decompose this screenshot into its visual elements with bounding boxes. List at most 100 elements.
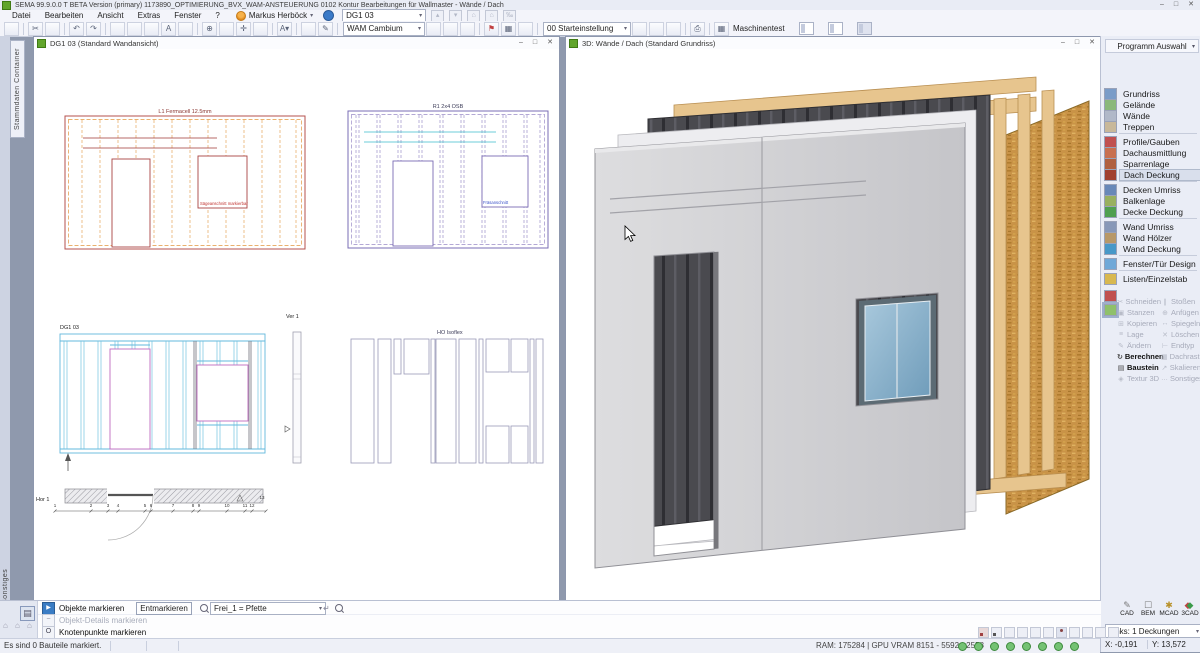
redo-icon[interactable]: ↷ bbox=[86, 22, 101, 36]
zoom-window-icon[interactable] bbox=[219, 22, 234, 36]
menu-hilfe[interactable]: ? bbox=[209, 11, 225, 20]
window-close-button[interactable]: ✕ bbox=[547, 39, 553, 47]
treppen-icon[interactable] bbox=[1104, 121, 1117, 133]
machine-icon[interactable]: ▦ bbox=[714, 22, 729, 36]
page-one-icon[interactable]: ⎙ bbox=[690, 22, 705, 36]
command-skalieren[interactable]: ↗Skalieren bbox=[1161, 362, 1200, 373]
menu-bearbeiten[interactable]: Bearbeiten bbox=[39, 11, 90, 20]
3cad-button[interactable]: ◆ 3CAD bbox=[1180, 600, 1200, 617]
wand-deckung-icon[interactable] bbox=[1104, 243, 1117, 255]
command-stanzen[interactable]: ▣Stanzen bbox=[1117, 307, 1161, 318]
view-settings-combo[interactable]: 00 Starteinstellung ▾ bbox=[543, 22, 631, 36]
command-baustein[interactable]: ▤Baustein bbox=[1117, 362, 1161, 373]
fenster-tuer-icon[interactable] bbox=[1104, 258, 1117, 270]
view-opt-icon-6[interactable] bbox=[1082, 627, 1093, 638]
cut-icon[interactable]: ✂ bbox=[28, 22, 43, 36]
search-add-icon[interactable] bbox=[335, 604, 343, 612]
unmark-button[interactable]: Entmarkieren bbox=[136, 602, 192, 615]
material-combo[interactable]: WAM Cambium ▾ bbox=[343, 22, 425, 36]
tab-sonstiges[interactable]: Sonstiges bbox=[2, 40, 9, 604]
settings-gear-icon[interactable] bbox=[666, 22, 681, 36]
view-opt-icon-5[interactable] bbox=[1069, 627, 1080, 638]
sidebar-item-dachausmittlung[interactable]: Dachausmittlung bbox=[1119, 147, 1200, 158]
undo-icon[interactable]: ↶ bbox=[69, 22, 84, 36]
command-textur-3d[interactable]: ◈Textur 3D bbox=[1117, 373, 1161, 384]
layer-up-icon[interactable] bbox=[443, 22, 458, 36]
sidebar-item-dach-deckung[interactable]: Dach Deckung bbox=[1119, 169, 1200, 181]
save-view-icon[interactable] bbox=[649, 22, 664, 36]
sidebar-item-waende[interactable]: Wände bbox=[1119, 110, 1200, 121]
view-opt-icon-2[interactable] bbox=[1017, 627, 1028, 638]
window-maximize-button[interactable]: □ bbox=[533, 39, 537, 47]
tab-stammdaten-container[interactable]: Stammdaten Container bbox=[10, 40, 25, 138]
decke-deckung-icon[interactable] bbox=[1104, 206, 1117, 218]
layout-split-icon[interactable] bbox=[828, 22, 843, 35]
sidebar-item-decken-umriss[interactable]: Decken Umriss bbox=[1119, 184, 1200, 195]
3d-viewport[interactable] bbox=[566, 49, 1101, 601]
refresh-view-icon[interactable] bbox=[632, 22, 647, 36]
sidebar-item-profile-gauben[interactable]: Profile/Gauben bbox=[1119, 136, 1200, 147]
grid-icon[interactable]: ▦ bbox=[501, 22, 516, 36]
scale-icon[interactable]: ‰ bbox=[503, 10, 516, 22]
bem-button[interactable]: ☐ BEM bbox=[1138, 600, 1158, 617]
sidebar-item-wand-umriss[interactable]: Wand Umriss bbox=[1119, 221, 1200, 232]
render-mode-icon-1[interactable] bbox=[978, 627, 989, 638]
sidebar-item-treppen[interactable]: Treppen bbox=[1119, 121, 1200, 132]
wall-drawing-canvas[interactable]: L1 Fermacell 12.5mm Sägeanschnitt markie… bbox=[34, 49, 559, 601]
house-small-icon-1[interactable]: ⌂ bbox=[3, 621, 8, 630]
sidebar-item-grundriss[interactable]: Grundriss bbox=[1119, 88, 1200, 99]
user-menu[interactable]: Markus Herböck ▾ bbox=[236, 11, 313, 21]
new-sheet-icon[interactable] bbox=[127, 22, 142, 36]
window-minimize-button[interactable]: – bbox=[1061, 39, 1065, 47]
app-maximize-button[interactable]: □ bbox=[1174, 1, 1178, 9]
layer-down-icon[interactable] bbox=[460, 22, 475, 36]
view-dropdown-icon[interactable] bbox=[518, 22, 533, 36]
mcad-button[interactable]: ✱ MCAD bbox=[1159, 600, 1179, 617]
print-icon[interactable] bbox=[110, 22, 125, 36]
menu-ansicht[interactable]: Ansicht bbox=[91, 11, 129, 20]
storey-up-icon[interactable]: ▴ bbox=[431, 10, 444, 22]
measure-dropdown-icon[interactable]: A▾ bbox=[277, 22, 292, 36]
command-spiegeln[interactable]: ↔Spiegeln bbox=[1161, 318, 1200, 329]
view-opt-icon-8[interactable] bbox=[1108, 627, 1119, 638]
command-endtyp[interactable]: ⊢Endtyp bbox=[1161, 340, 1200, 351]
building-icon[interactable]: ⌂ bbox=[467, 10, 480, 22]
mark-nodes-icon[interactable]: O bbox=[42, 626, 55, 639]
person-view-icon[interactable] bbox=[1056, 627, 1067, 638]
select-arrow-icon[interactable] bbox=[253, 22, 268, 36]
program-select-dropdown[interactable]: Programm Auswahl ▾ bbox=[1105, 39, 1199, 53]
command-kopieren[interactable]: ⊞Kopieren bbox=[1117, 318, 1161, 329]
sidebar-item-wand-hoelzer[interactable]: Wand Hölzer bbox=[1119, 232, 1200, 243]
extra-program-icon[interactable] bbox=[1104, 290, 1117, 302]
command-stossen[interactable]: ∥Stoßen bbox=[1161, 296, 1200, 307]
command-dachraster[interactable]: ▦Dachraster bbox=[1161, 351, 1200, 362]
app-minimize-button[interactable]: – bbox=[1160, 1, 1164, 9]
menu-extras[interactable]: Extras bbox=[132, 11, 167, 20]
view-opt-icon-3[interactable] bbox=[1030, 627, 1041, 638]
links-deckungen-combo[interactable]: Links: 1 Deckungen ▾ bbox=[1105, 624, 1200, 638]
apply-material-icon[interactable] bbox=[426, 22, 441, 36]
window-close-button[interactable]: ✕ bbox=[1089, 39, 1095, 47]
sidebar-item-listen-einzelstab[interactable]: Listen/Einzelstab bbox=[1119, 273, 1200, 284]
sidebar-item-decke-deckung[interactable]: Decke Deckung bbox=[1119, 206, 1200, 217]
menu-datei[interactable]: Datei bbox=[6, 11, 37, 20]
view-opt-icon-7[interactable] bbox=[1095, 627, 1106, 638]
command-lage[interactable]: ≡Lage bbox=[1117, 329, 1161, 340]
sidebar-item-fenster-tuer-design[interactable]: Fenster/Tür Design bbox=[1119, 258, 1200, 269]
clipboard-icon[interactable] bbox=[144, 22, 159, 36]
pan-icon[interactable]: ✛ bbox=[236, 22, 251, 36]
favorite-icon[interactable] bbox=[178, 22, 193, 36]
mark-filter-combo[interactable]: Frei_1 = Pfette ▾ bbox=[210, 602, 326, 615]
layout-single-icon[interactable] bbox=[799, 22, 814, 35]
zoom-plus-icon[interactable]: ⊕ bbox=[202, 22, 217, 36]
command-schneiden[interactable]: ✂Schneiden bbox=[1117, 296, 1161, 307]
command-sonstiges[interactable]: …Sonstiges bbox=[1161, 373, 1200, 384]
house-small-icon-2[interactable]: ⌂ bbox=[15, 621, 20, 630]
window-minimize-button[interactable]: – bbox=[519, 39, 523, 47]
command-berechnen[interactable]: ↻Berechnen bbox=[1117, 351, 1161, 362]
copy-icon[interactable] bbox=[45, 22, 60, 36]
window-maximize-button[interactable]: □ bbox=[1075, 39, 1079, 47]
sync-icon[interactable] bbox=[323, 10, 334, 21]
color-dropdown-icon[interactable] bbox=[301, 22, 316, 36]
command-anfuegen[interactable]: ⊕Anfügen bbox=[1161, 307, 1200, 318]
